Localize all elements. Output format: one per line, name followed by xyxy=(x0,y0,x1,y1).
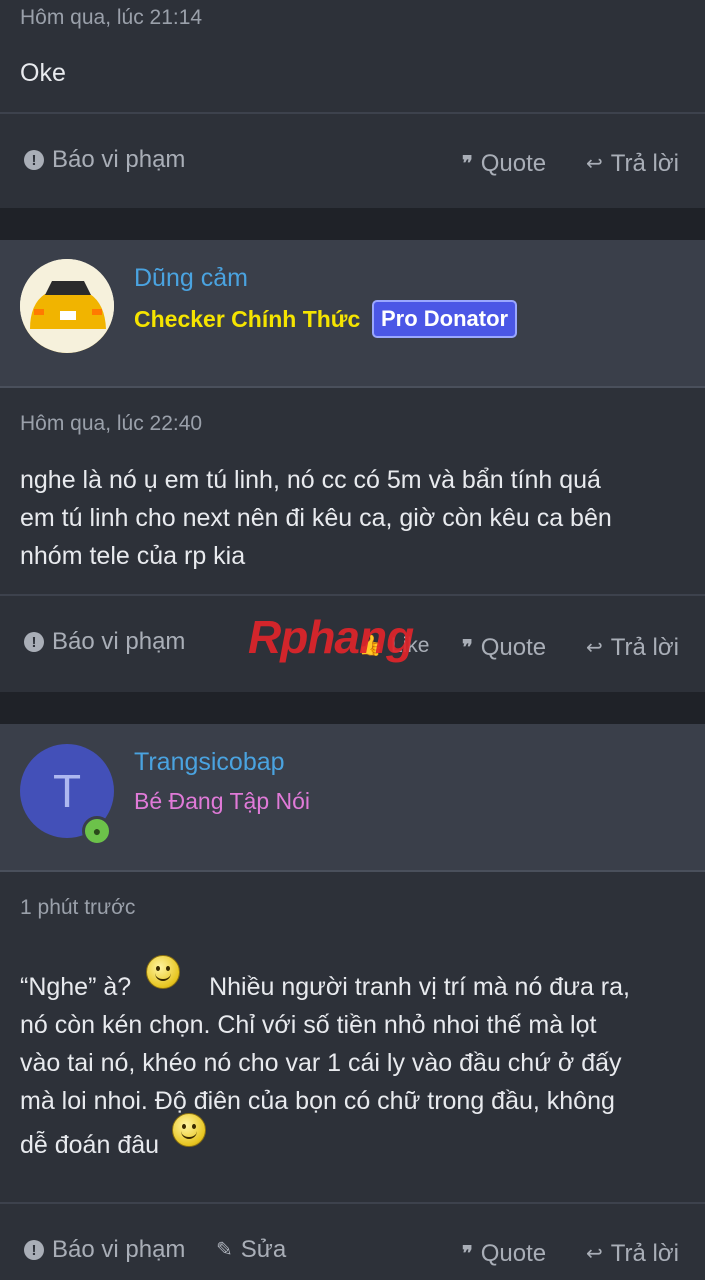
reply-label: Trả lời xyxy=(610,150,679,177)
post-body: “Nghe” à? Nhiều người tranh vị trí mà nó… xyxy=(20,955,685,1164)
username[interactable]: Dũng cảm xyxy=(134,264,248,293)
quote-button[interactable]: ❞ Quote xyxy=(462,150,546,178)
reply-button[interactable]: ↩ Trả lời xyxy=(586,150,679,178)
report-label: Báo vi phạm xyxy=(52,628,186,655)
quote-label: Quote xyxy=(480,634,547,661)
post-3: 1 phút trước “Nghe” à? Nhiều người tranh… xyxy=(0,872,705,1280)
reply-icon: ↩ xyxy=(586,153,603,175)
edit-button[interactable]: ✎ Sửa xyxy=(216,1236,286,1264)
user-bar: T ● Trangsicobap Bé Đang Tập Nói xyxy=(0,724,705,872)
avatar-letter: T xyxy=(52,765,82,817)
body-text: dễ đoán đâu xyxy=(20,1131,160,1159)
body-text: “Nghe” à? xyxy=(20,973,132,1001)
body-line: vào tai nó, khéo nó cho var 1 cái ly vào… xyxy=(20,1049,622,1077)
body-line: dễ đoán đâu xyxy=(20,1113,685,1164)
post-gap xyxy=(0,208,705,240)
reply-label: Trả lời xyxy=(610,1240,679,1267)
divider xyxy=(0,1202,705,1204)
post-1: Hôm qua, lúc 21:14 Oke ! Báo vi phạm ❞ Q… xyxy=(0,0,705,208)
user-badge: Pro Donator xyxy=(372,300,518,338)
body-line: nhóm tele của rp kia xyxy=(20,542,246,570)
username[interactable]: Trangsicobap xyxy=(134,748,285,777)
report-label: Báo vi phạm xyxy=(52,146,186,173)
reply-icon: ↩ xyxy=(586,637,603,659)
divider xyxy=(0,112,705,114)
user-title: Bé Đang Tập Nói xyxy=(134,788,311,814)
quote-button[interactable]: ❞ Quote xyxy=(462,1240,546,1268)
report-label: Báo vi phạm xyxy=(52,1236,186,1263)
avatar[interactable] xyxy=(20,259,114,353)
alert-icon: ! xyxy=(24,1240,44,1260)
online-status-icon: ● xyxy=(82,816,112,846)
smile-emoji-icon xyxy=(146,955,181,990)
alert-icon: ! xyxy=(24,632,44,652)
body-text: Nhiều người tranh vị trí mà nó đưa ra, xyxy=(209,973,630,1001)
divider xyxy=(0,594,705,596)
user-title: Checker Chính Thức xyxy=(134,306,361,332)
quote-label: Quote xyxy=(480,150,547,177)
body-line: em tú linh cho next nên đi kêu ca, giờ c… xyxy=(20,504,612,532)
post-date: Hôm qua, lúc 22:40 xyxy=(20,412,203,435)
post-date: Hôm qua, lúc 21:14 xyxy=(20,6,203,29)
avatar[interactable]: T ● xyxy=(20,744,114,846)
report-button[interactable]: ! Báo vi phạm xyxy=(24,1236,185,1264)
edit-label: Sửa xyxy=(240,1236,287,1263)
reply-button[interactable]: ↩ Trả lời xyxy=(586,1240,679,1268)
quote-button[interactable]: ❞ Quote xyxy=(462,634,546,662)
reply-button[interactable]: ↩ Trả lời xyxy=(586,634,679,662)
body-line: nó còn kén chọn. Chỉ với số tiền nhỏ nho… xyxy=(20,1011,597,1039)
post-body: nghe là nó ụ em tú linh, nó cc có 5m và … xyxy=(20,461,685,575)
report-button[interactable]: ! Báo vi phạm xyxy=(24,628,185,656)
user-bar: Dũng cảm Checker Chính Thức Pro Donator xyxy=(0,240,705,388)
quote-icon: ❞ xyxy=(462,153,473,175)
quote-label: Quote xyxy=(480,1240,547,1267)
body-line: “Nghe” à? Nhiều người tranh vị trí mà nó… xyxy=(20,955,685,1006)
post-gap xyxy=(0,692,705,724)
quote-icon: ❞ xyxy=(462,637,473,659)
reply-label: Trả lời xyxy=(610,634,679,661)
watermark-logo: Rphang xyxy=(248,611,414,663)
smile-emoji-icon xyxy=(171,1113,206,1148)
body-line: nghe là nó ụ em tú linh, nó cc có 5m và … xyxy=(20,466,601,494)
alert-icon: ! xyxy=(24,150,44,170)
pencil-icon: ✎ xyxy=(216,1239,233,1261)
post-date: 1 phút trước xyxy=(20,896,136,919)
post-2: Hôm qua, lúc 22:40 nghe là nó ụ em tú li… xyxy=(0,388,705,692)
quote-icon: ❞ xyxy=(462,1243,473,1265)
report-button[interactable]: ! Báo vi phạm xyxy=(24,146,185,174)
body-line: mà loi nhoi. Độ điên của bọn có chữ tron… xyxy=(20,1087,615,1115)
car-avatar-icon xyxy=(20,259,114,353)
reply-icon: ↩ xyxy=(586,1243,603,1265)
post-body: Oke xyxy=(20,59,66,87)
